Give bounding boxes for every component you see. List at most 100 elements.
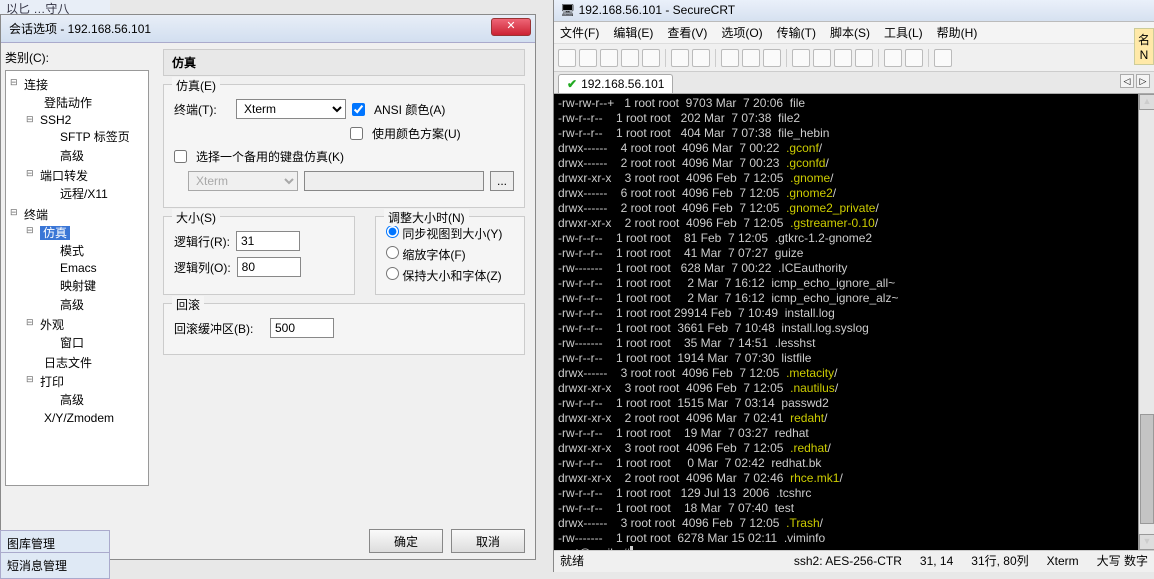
status-caps: 大写 数字 (1097, 552, 1148, 569)
crt-menubar: 文件(F) 编辑(E) 查看(V) 选项(O) 传输(T) 脚本(S) 工具(L… (554, 22, 1154, 44)
scrollback-input[interactable] (270, 318, 334, 338)
tree-ssh2[interactable]: SSH2 (40, 113, 71, 127)
toolbar-icon[interactable] (642, 49, 660, 67)
status-pos: 31, 14 (920, 554, 953, 568)
resize-scale-option[interactable]: 缩放字体(F) (386, 246, 514, 263)
tree-emacs[interactable]: Emacs (60, 261, 97, 275)
terminal-select[interactable]: Xterm (236, 99, 346, 119)
resize-sync-option[interactable]: 同步视图到大小(Y) (386, 225, 514, 242)
tab-prev-icon[interactable]: ◁ (1120, 74, 1134, 88)
menu-view[interactable]: 查看(V) (667, 24, 707, 41)
toolbar-icon[interactable] (558, 49, 576, 67)
tree-appearance[interactable]: 外观 (40, 318, 64, 332)
clipped-label-2[interactable]: 短消息管理 (0, 552, 110, 579)
size-group: 大小(S) 逻辑行(R): 逻辑列(O): (163, 216, 355, 295)
dialog-title-text: 会话选项 - 192.168.56.101 (9, 22, 151, 36)
scrollback-group: 回滚 回滚缓冲区(B): (163, 303, 525, 355)
scrollback-label: 回滚缓冲区(B): (174, 320, 264, 337)
tree-terminal[interactable]: 终端 (24, 208, 48, 222)
toolbar-icon[interactable] (742, 49, 760, 67)
tab-next-icon[interactable]: ▷ (1136, 74, 1150, 88)
session-tab[interactable]: ✔ 192.168.56.101 (558, 74, 673, 93)
toolbar-icon[interactable] (855, 49, 873, 67)
toolbar-icon[interactable] (763, 49, 781, 67)
close-button[interactable]: ✕ (491, 18, 531, 36)
dialog-titlebar[interactable]: 会话选项 - 192.168.56.101 ✕ (1, 15, 535, 43)
menu-help[interactable]: 帮助(H) (937, 24, 978, 41)
tree-xyz[interactable]: X/Y/Zmodem (44, 411, 114, 425)
tree-emulation[interactable]: 仿真 (40, 226, 70, 240)
resize-group-title: 调整大小时(N) (384, 209, 469, 226)
menu-transfer[interactable]: 传输(T) (777, 24, 816, 41)
terminal-output[interactable]: -rw-rw-r--+ 1 root root 9703 Mar 7 20:06… (554, 94, 1154, 550)
terminal-label: 终端(T): (174, 101, 230, 118)
tree-connection[interactable]: 连接 (24, 78, 48, 92)
color-scheme-label: 使用颜色方案(U) (372, 125, 461, 142)
toolbar-icon[interactable] (671, 49, 689, 67)
menu-script[interactable]: 脚本(S) (830, 24, 870, 41)
crt-toolbar (554, 44, 1154, 72)
menu-options[interactable]: 选项(O) (721, 24, 762, 41)
terminal-scrollbar[interactable]: ▲ ▼ (1138, 94, 1154, 550)
resize-keep-option[interactable]: 保持大小和字体(Z) (386, 267, 514, 284)
ansi-color-label: ANSI 颜色(A) (374, 101, 445, 118)
tree-portfwd[interactable]: 端口转发 (40, 169, 88, 183)
cancel-button[interactable]: 取消 (451, 529, 525, 553)
toolbar-icon[interactable] (621, 49, 639, 67)
menu-tools[interactable]: 工具(L) (884, 24, 923, 41)
tree-adv1[interactable]: 高级 (60, 149, 84, 163)
browse-button[interactable]: ... (490, 171, 514, 191)
toolbar-icon[interactable] (905, 49, 923, 67)
alt-keyboard-checkbox[interactable] (174, 150, 187, 163)
status-conn: ssh2: AES-256-CTR (794, 554, 902, 568)
tree-adv3[interactable]: 高级 (60, 393, 84, 407)
crt-title-text: 192.168.56.101 - SecureCRT (579, 3, 736, 17)
session-options-dialog: 会话选项 - 192.168.56.101 ✕ 类别(C): 连接 登陆动作 S… (0, 14, 536, 560)
size-group-title: 大小(S) (172, 209, 220, 226)
crt-titlebar[interactable]: 🖥 192.168.56.101 - SecureCRT (554, 0, 1154, 22)
ok-button[interactable]: 确定 (369, 529, 443, 553)
tree-log[interactable]: 日志文件 (44, 356, 92, 370)
scroll-thumb[interactable] (1140, 414, 1154, 524)
cols-input[interactable] (237, 257, 301, 277)
toolbar-icon[interactable] (813, 49, 831, 67)
toolbar-icon[interactable] (721, 49, 739, 67)
emulation-group: 仿真(E) 终端(T): Xterm ANSI 颜色(A) 使用颜色方案(U) … (163, 84, 525, 208)
scroll-down-icon[interactable]: ▼ (1139, 534, 1154, 550)
panel-header: 仿真 (163, 49, 525, 76)
status-ready: 就绪 (560, 552, 584, 569)
tree-login[interactable]: 登陆动作 (44, 96, 92, 110)
toolbar-icon[interactable] (934, 49, 952, 67)
category-label: 类别(C): (5, 49, 149, 66)
toolbar-icon[interactable] (884, 49, 902, 67)
clipped-right[interactable]: 名N (1134, 28, 1154, 65)
toolbar-icon[interactable] (600, 49, 618, 67)
tree-window[interactable]: 窗口 (60, 336, 84, 350)
tree-print[interactable]: 打印 (40, 375, 64, 389)
tree-x11[interactable]: 远程/X11 (60, 187, 108, 201)
tree-mapkey[interactable]: 映射键 (60, 279, 96, 293)
menu-file[interactable]: 文件(F) (560, 24, 599, 41)
tree-mode[interactable]: 模式 (60, 244, 84, 258)
toolbar-icon[interactable] (579, 49, 597, 67)
toolbar-icon[interactable] (792, 49, 810, 67)
ansi-color-checkbox[interactable] (352, 103, 365, 116)
connected-icon: ✔ (567, 77, 577, 91)
category-tree[interactable]: 连接 登陆动作 SSH2 SFTP 标签页 高级 端口转发 远程/X11 (5, 70, 149, 486)
alt-keyboard-label: 选择一个备用的键盘仿真(K) (196, 148, 344, 165)
color-scheme-checkbox[interactable] (350, 127, 363, 140)
rows-input[interactable] (236, 231, 300, 251)
menu-edit[interactable]: 编辑(E) (613, 24, 653, 41)
scroll-up-icon[interactable]: ▲ (1139, 94, 1154, 110)
cols-label: 逻辑列(O): (174, 259, 231, 276)
status-size: 31行, 80列 (971, 552, 1028, 569)
crt-app-icon: 🖥 (560, 3, 575, 17)
tree-sftp[interactable]: SFTP 标签页 (60, 130, 130, 144)
rows-label: 逻辑行(R): (174, 233, 230, 250)
tree-adv2[interactable]: 高级 (60, 298, 84, 312)
securecrt-window: 🖥 192.168.56.101 - SecureCRT 文件(F) 编辑(E)… (553, 0, 1154, 572)
alt-keyboard-path (304, 171, 484, 191)
toolbar-icon[interactable] (692, 49, 710, 67)
toolbar-icon[interactable] (834, 49, 852, 67)
status-term: Xterm (1047, 554, 1079, 568)
